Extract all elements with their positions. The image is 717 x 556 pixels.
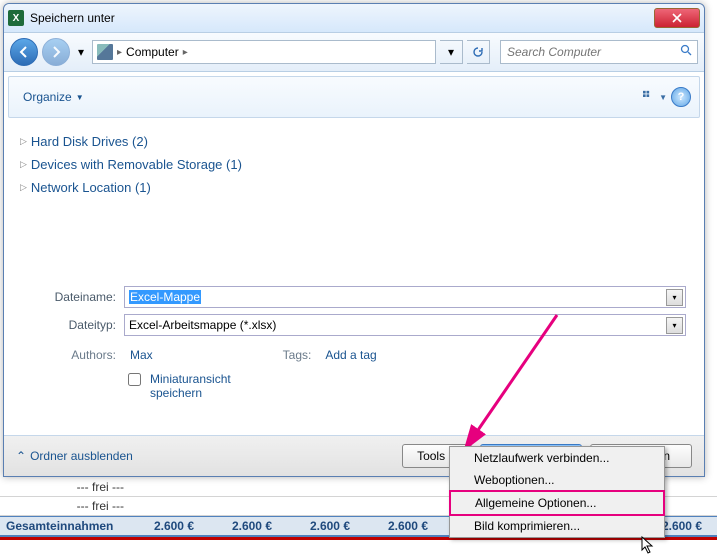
refresh-button[interactable] [467,40,490,64]
hide-folders-button[interactable]: ⌃ Ordner ausblenden [16,449,133,463]
tree-network[interactable]: ▷ Network Location (1) [20,176,688,199]
tree-label: Network Location (1) [31,180,151,195]
hide-folders-label: Ordner ausblenden [30,449,133,463]
organize-button[interactable]: Organize ▼ [17,87,90,107]
history-dropdown[interactable]: ▾ [74,42,88,62]
chevron-right-icon: ▷ [20,159,27,170]
menu-compress-images[interactable]: Bild komprimieren... [450,515,664,537]
forward-button[interactable] [42,38,70,66]
field-area: Dateiname: Excel-Mappe ▾ Dateityp: Excel-… [4,280,704,406]
tags-label: Tags: [283,348,320,362]
total-cell: 2.600 € [280,519,358,533]
thumbnail-checkbox-input[interactable] [128,373,141,386]
tree-hard-disks[interactable]: ▷ Hard Disk Drives (2) [20,130,688,153]
view-mode-button[interactable]: ▼ [643,86,667,108]
toolbar: Organize ▼ ▼ ? [8,76,700,118]
close-button[interactable] [654,8,700,28]
chevron-right-icon: ▷ [20,136,27,147]
nav-bar: ▾ ▸ Computer ▸ ▾ [4,33,704,72]
search-icon[interactable] [680,44,693,60]
folder-tree: ▷ Hard Disk Drives (2) ▷ Devices with Remo… [4,122,704,280]
filename-dropdown[interactable]: ▾ [666,289,683,306]
computer-icon [97,44,113,60]
chevron-up-icon: ⌃ [16,449,26,463]
total-cell: 2.600 € [358,519,436,533]
chevron-right-icon: ▷ [20,182,27,193]
filename-input[interactable]: Excel-Mappe ▾ [124,286,686,308]
organize-label: Organize [23,90,72,104]
total-cell: 2.600 € [202,519,280,533]
authors-label: Authors: [22,348,124,362]
total-cell: 2.600 € [124,519,202,533]
authors-value[interactable]: Max [130,348,153,362]
tags-value[interactable]: Add a tag [325,348,376,362]
filetype-label: Dateityp: [22,318,124,332]
address-dropdown[interactable]: ▾ [440,40,463,64]
tools-label: Tools [417,449,445,463]
tools-dropdown-menu: Netzlaufwerk verbinden... Weboptionen...… [449,446,665,538]
filetype-value: Excel-Arbeitsmappe (*.xlsx) [129,318,276,332]
search-box[interactable] [500,40,698,64]
window-title: Speichern unter [30,11,654,25]
filename-value: Excel-Mappe [129,290,201,304]
help-button[interactable]: ? [671,87,691,107]
search-input[interactable] [505,44,680,60]
tree-label: Hard Disk Drives (2) [31,134,148,149]
address-bar[interactable]: ▸ Computer ▸ [92,40,436,64]
filetype-dropdown[interactable]: ▾ [666,317,683,334]
excel-app-icon: X [8,10,24,26]
thumbnail-label: Miniaturansicht speichern [150,372,244,400]
chevron-right-icon: ▸ [117,47,122,58]
location-text: Computer [126,45,179,59]
menu-general-options[interactable]: Allgemeine Optionen... [449,490,665,516]
thumbnail-checkbox[interactable]: Miniaturansicht speichern [124,372,244,400]
back-button[interactable] [10,38,38,66]
titlebar: X Speichern unter [4,4,704,33]
tree-removable[interactable]: ▷ Devices with Removable Storage (1) [20,153,688,176]
excel-free-row: --- frei --- [0,480,124,494]
menu-web-options[interactable]: Weboptionen... [450,469,664,491]
excel-free-row: --- frei --- [0,499,124,513]
save-as-dialog: X Speichern unter ▾ ▸ Computer ▸ ▾ Organ… [3,3,705,477]
tree-label: Devices with Removable Storage (1) [31,157,242,172]
menu-map-network-drive[interactable]: Netzlaufwerk verbinden... [450,447,664,469]
total-label: Gesamteinnahmen [0,519,124,533]
filetype-select[interactable]: Excel-Arbeitsmappe (*.xlsx) ▾ [124,314,686,336]
chevron-right-icon: ▸ [183,47,188,58]
filename-label: Dateiname: [22,290,124,304]
